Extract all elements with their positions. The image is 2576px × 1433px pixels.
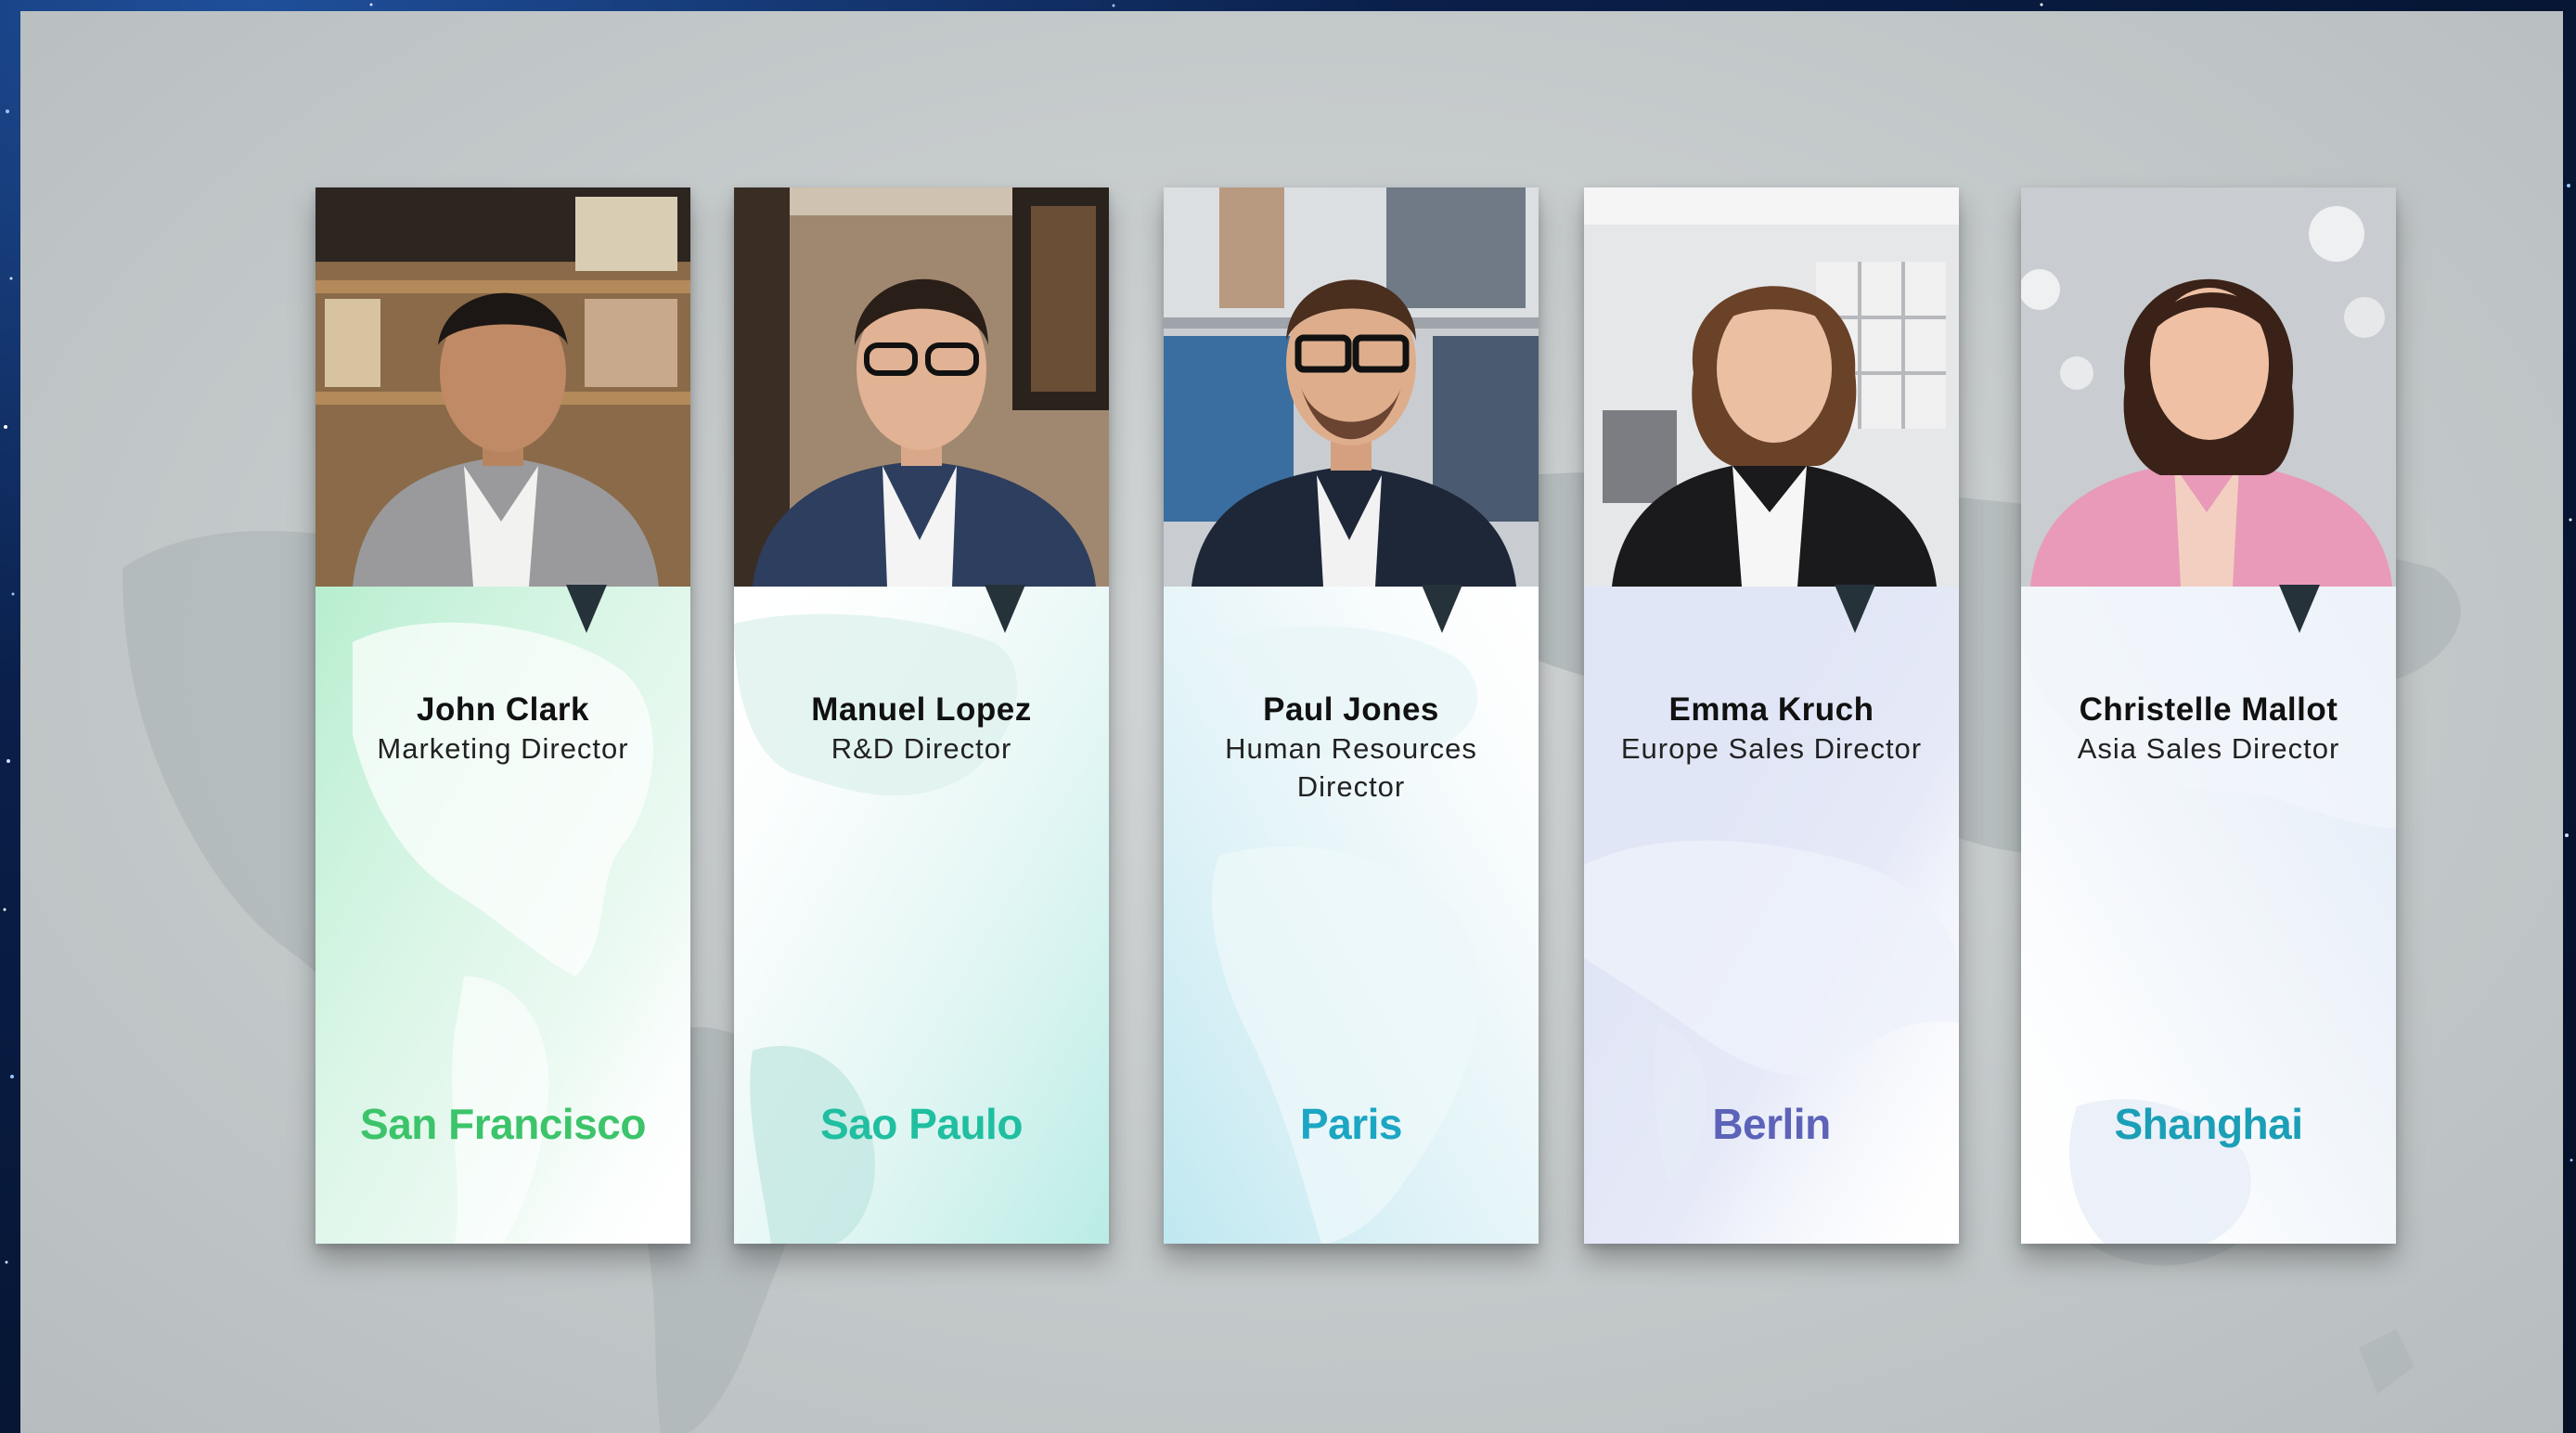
profile-photo <box>734 187 1109 587</box>
person-role: Asia Sales Director <box>2077 732 2340 765</box>
photo-pointer <box>2279 585 2320 633</box>
city-label: Shanghai <box>2114 1100 2303 1148</box>
person-name: Manuel Lopez <box>811 691 1032 728</box>
profile-card[interactable]: Paul Jones Human Resources Director Pari… <box>1164 187 1539 1244</box>
city-label: San Francisco <box>360 1100 646 1148</box>
city-label: Sao Paulo <box>820 1100 1023 1148</box>
photo-pointer <box>566 585 607 633</box>
profile-photo <box>316 187 690 587</box>
profile-card[interactable]: Christelle Mallot Asia Sales Director Sh… <box>2021 187 2396 1244</box>
profile-card[interactable]: Manuel Lopez R&D Director Sao Paulo <box>734 187 1109 1244</box>
photo-pointer <box>985 585 1025 633</box>
person-role: R&D Director <box>831 732 1012 765</box>
slide-panel: John Clark Marketing Director San Franci… <box>20 11 2563 1433</box>
person-name: Christelle Mallot <box>2079 691 2338 728</box>
person-role: Human Resources Director <box>1225 732 1477 803</box>
profile-card[interactable]: John Clark Marketing Director San Franci… <box>316 187 690 1244</box>
person-role: Marketing Director <box>377 732 629 765</box>
person-name: Paul Jones <box>1263 691 1439 728</box>
profile-photo <box>1164 187 1539 587</box>
profile-photo <box>1584 187 1959 587</box>
city-label: Berlin <box>1712 1100 1831 1148</box>
profile-photo <box>2021 187 2396 587</box>
profile-card[interactable]: Emma Kruch Europe Sales Director Berlin <box>1584 187 1959 1244</box>
person-role: Europe Sales Director <box>1620 732 1923 765</box>
person-name: John Clark <box>417 691 589 728</box>
city-label: Paris <box>1299 1100 1403 1148</box>
person-name: Emma Kruch <box>1668 691 1874 728</box>
photo-pointer <box>1835 585 1875 633</box>
photo-pointer <box>1422 585 1462 633</box>
